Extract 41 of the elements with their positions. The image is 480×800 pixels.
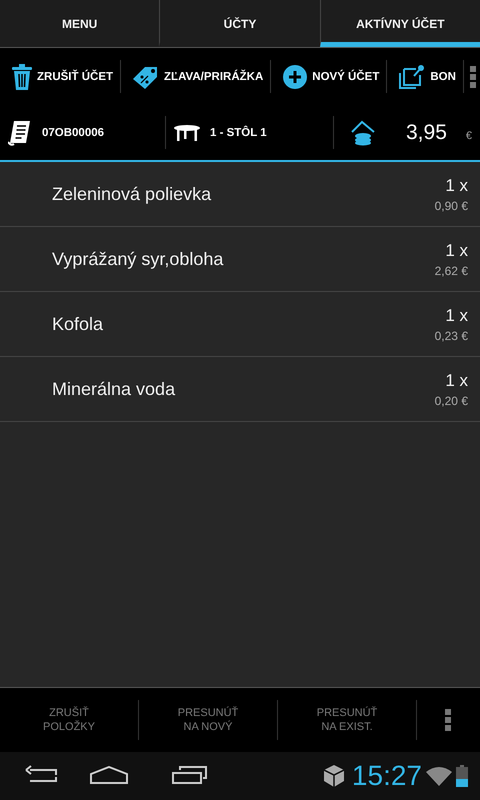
- battery-icon: [456, 765, 468, 787]
- item-name: Minerálna voda: [52, 378, 176, 400]
- recent-apps-icon[interactable]: [172, 766, 208, 786]
- item-name: Zeleninová polievka: [52, 184, 212, 204]
- order-item[interactable]: Kofola 1 x 0,23 €: [0, 292, 480, 357]
- tab[interactable]: MENU: [0, 0, 160, 47]
- wifi-icon: [426, 766, 452, 786]
- item-price: 0,23 €: [434, 328, 468, 342]
- coins-icon: [350, 120, 376, 146]
- total-amount: 3,95: [406, 120, 447, 144]
- plus-icon: [283, 64, 308, 88]
- item-price: 0,20 €: [434, 394, 468, 408]
- item-price: 2,62 €: [434, 264, 468, 278]
- item-name: Vyprážaný syr,obloha: [52, 248, 224, 270]
- clock: 15:27: [352, 760, 422, 792]
- item-quantity: 1 x: [445, 240, 468, 260]
- order-item[interactable]: Zeleninová polievka 1 x 0,90 €: [0, 162, 480, 227]
- table-icon: [174, 124, 200, 140]
- order-item[interactable]: Minerálna voda 1 x 0,20 €: [0, 357, 480, 422]
- bill-number: 07OB00006: [42, 126, 104, 138]
- home-icon[interactable]: [90, 766, 128, 786]
- overflow-menu-icon[interactable]: [445, 709, 453, 731]
- item-quantity: 1 x: [445, 370, 468, 390]
- toolbar-button[interactable]: NOVÝ ÚČET: [271, 60, 388, 93]
- price-tag-icon: [133, 64, 160, 88]
- overflow-menu-icon[interactable]: [470, 66, 478, 88]
- cube-icon: [324, 765, 344, 787]
- toolbar-button[interactable]: ZĽAVA/PRIRÁŽKA: [121, 60, 272, 93]
- item-name: Kofola: [52, 314, 104, 334]
- item-quantity: 1 x: [445, 176, 468, 196]
- item-quantity: 1 x: [445, 306, 468, 326]
- toolbar-button[interactable]: BON: [387, 60, 464, 93]
- tab[interactable]: ÚČTY: [159, 0, 320, 47]
- item-price: 0,90 €: [434, 198, 468, 212]
- table-name: 1 - STÔL 1: [210, 126, 267, 138]
- receipt-icon: [8, 120, 32, 146]
- order-item[interactable]: Vyprážaný syr,obloha 1 x 2,62 €: [0, 227, 480, 292]
- toolbar-button[interactable]: ZRUŠIŤ ÚČET: [0, 60, 122, 93]
- copy-pages-icon: [399, 64, 426, 88]
- trash-icon: [12, 64, 32, 90]
- currency-label: €: [466, 130, 472, 142]
